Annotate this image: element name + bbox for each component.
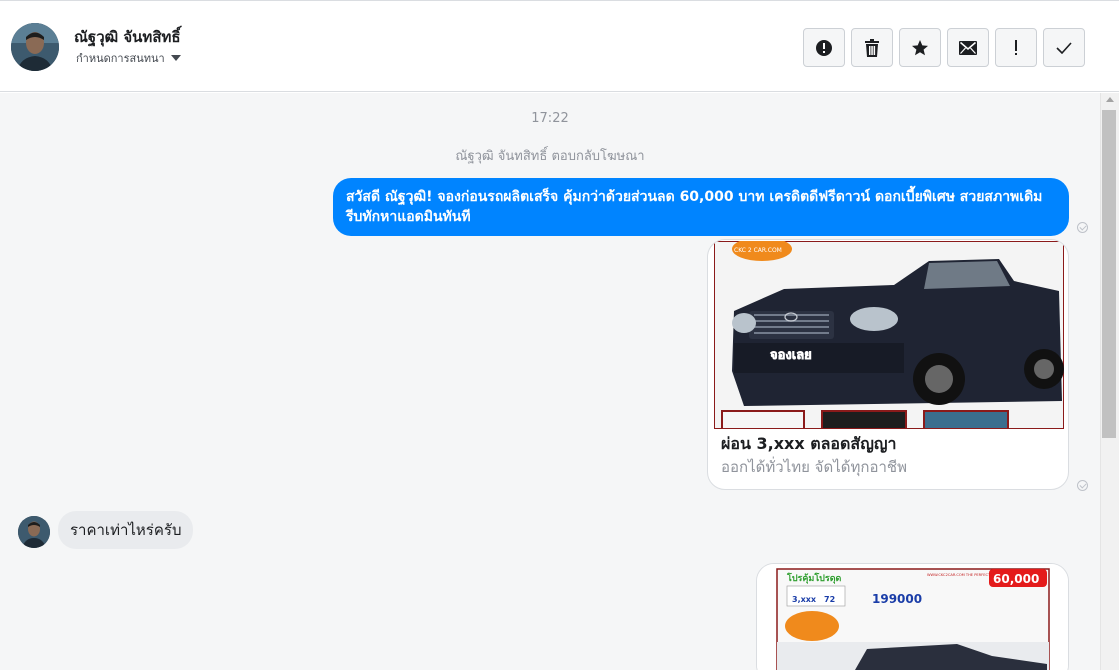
conversation-header: ณัฐวุฒิ จันทสิทธิ์ กำหนดการสนทนา — [0, 0, 1119, 92]
mark-spam-button[interactable] — [803, 28, 845, 67]
mark-unread-button[interactable] — [947, 28, 989, 67]
ad-card-2[interactable]: โปรคุ้มโปรดุด WWW.CKC2CAR.COM THE PERFEC… — [756, 563, 1069, 670]
alert-circle-icon — [816, 39, 832, 56]
contact-avatar-small[interactable] — [18, 516, 50, 548]
mark-done-button[interactable] — [1043, 28, 1085, 67]
message-thread[interactable]: 17:22 ณัฐวุฒิ จันทสิทธิ์ ตอบกลับโฆษณา สว… — [0, 93, 1100, 670]
scroll-up-arrow-icon[interactable] — [1106, 97, 1114, 102]
scroll-thumb[interactable] — [1102, 110, 1116, 438]
message-timestamp: 17:22 — [531, 111, 569, 126]
system-note: ณัฐวุฒิ จันทสิทธิ์ ตอบกลับโฆษณา — [455, 149, 645, 164]
thread-scrollbar[interactable] — [1100, 93, 1119, 670]
star-button[interactable] — [899, 28, 941, 67]
ad-card[interactable]: CKC 2 CAR.COM จองเลย ผ่อน 3,xxx ตลอดสัญญ… — [707, 239, 1069, 490]
ad-cta-text: จองเลย — [770, 348, 812, 363]
check-icon — [1056, 41, 1072, 54]
ad2-price: 199000 — [872, 592, 922, 606]
ad-card-title: ผ่อน 3,xxx ตลอดสัญญา — [721, 434, 897, 453]
follow-up-button[interactable] — [995, 28, 1037, 67]
ad2-headline: โปรคุ้มโปรดุด — [786, 572, 842, 584]
assign-conversation-dropdown[interactable]: กำหนดการสนทนา — [76, 49, 181, 67]
conversation-actions — [803, 28, 1085, 67]
assign-label: กำหนดการสนทนา — [76, 52, 165, 65]
envelope-icon — [959, 40, 977, 55]
exclamation-icon — [1015, 39, 1017, 55]
ad-logo-text: CKC 2 CAR.COM — [734, 247, 782, 254]
ad-card-image: CKC 2 CAR.COM จองเลย — [714, 241, 1064, 429]
outgoing-message[interactable]: สวัสดี ณัฐวุฒิ! จองก่อนรถผลิตเสร็จ คุ้มก… — [333, 178, 1069, 236]
star-icon — [912, 39, 928, 55]
contact-avatar[interactable] — [11, 23, 59, 71]
sent-check-icon — [1077, 222, 1088, 233]
contact-name[interactable]: ณัฐวุฒิ จันทสิทธิ์ — [74, 25, 181, 49]
incoming-message[interactable]: ราคาเท่าไหร่ครับ — [58, 511, 194, 549]
delete-button[interactable] — [851, 28, 893, 67]
trash-icon — [865, 38, 879, 57]
ad-card-subtitle: ออกได้ทั่วไทย จัดได้ทุกอาชีพ — [721, 458, 907, 476]
ad2-discount: 60,000 — [993, 572, 1039, 586]
ad2-months: 72 — [824, 595, 835, 604]
caret-down-icon — [170, 55, 181, 61]
sent-check-icon — [1077, 480, 1088, 491]
ad-card-2-image: โปรคุ้มโปรดุด WWW.CKC2CAR.COM THE PERFEC… — [757, 564, 1068, 670]
ad2-installment: 3,xxx — [792, 595, 817, 604]
